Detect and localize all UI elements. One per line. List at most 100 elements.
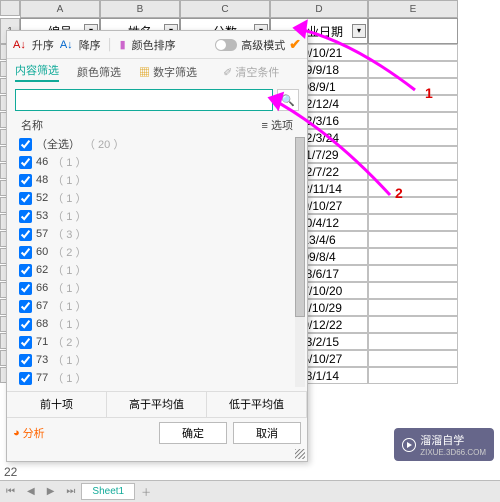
sheet-tab[interactable]: Sheet1	[81, 483, 135, 500]
cell[interactable]	[368, 44, 458, 61]
above-avg-button[interactable]: 高于平均值	[107, 392, 207, 417]
col-header-a[interactable]: A	[20, 0, 100, 18]
color-sort-icon[interactable]: ▮	[120, 38, 126, 51]
filter-option[interactable]: 66 （ 1 ）	[17, 279, 301, 297]
sheet-nav-prev-icon[interactable]: ◀	[21, 486, 41, 497]
option-checkbox[interactable]	[19, 282, 32, 295]
cell[interactable]	[368, 231, 458, 248]
cell[interactable]	[368, 350, 458, 367]
option-checkbox[interactable]	[19, 354, 32, 367]
option-checkbox[interactable]	[19, 156, 32, 169]
cell[interactable]	[368, 61, 458, 78]
filter-option[interactable]: 62 （ 1 ）	[17, 261, 301, 279]
tab-number-filter[interactable]: ▦ 数字筛选	[139, 64, 197, 80]
watermark-main: 溜溜自学	[420, 435, 464, 447]
cell[interactable]	[368, 333, 458, 350]
option-checkbox[interactable]	[19, 318, 32, 331]
annotation-1: 1	[425, 85, 433, 101]
tab-number-filter-label: 数字筛选	[153, 67, 197, 79]
option-count: （ 1 ）	[52, 172, 86, 188]
option-checkbox[interactable]	[19, 372, 32, 385]
col-header-d[interactable]: D	[270, 0, 368, 18]
filter-option[interactable]: 46 （ 1 ）	[17, 153, 301, 171]
option-count: （ 1 ）	[52, 352, 86, 368]
cell[interactable]	[368, 299, 458, 316]
option-value: 53	[36, 210, 48, 222]
cell[interactable]	[368, 316, 458, 333]
cell[interactable]	[368, 95, 458, 112]
filter-dropdown-icon[interactable]: ▾	[352, 24, 366, 38]
cell[interactable]	[368, 197, 458, 214]
scrollbar-thumb[interactable]	[295, 137, 305, 317]
resize-handle[interactable]	[295, 449, 305, 459]
cancel-button[interactable]: 取消	[233, 422, 301, 444]
filter-option[interactable]: 48 （ 1 ）	[17, 171, 301, 189]
search-icon[interactable]: 🔍	[277, 89, 299, 111]
advanced-mode-switch[interactable]	[215, 39, 237, 51]
empty-cell[interactable]	[368, 18, 458, 44]
filter-option[interactable]: 52 （ 1 ）	[17, 189, 301, 207]
option-checkbox[interactable]	[19, 264, 32, 277]
filter-option[interactable]: 73 （ 1 ）	[17, 351, 301, 369]
color-sort-label[interactable]: 颜色排序	[132, 37, 176, 53]
cell[interactable]	[368, 163, 458, 180]
option-checkbox[interactable]	[19, 228, 32, 241]
cell[interactable]	[368, 282, 458, 299]
filter-option[interactable]: 53 （ 1 ）	[17, 207, 301, 225]
select-all-corner[interactable]	[0, 0, 20, 16]
sheet-nav-next-icon[interactable]: ▶	[41, 486, 61, 497]
select-all-option[interactable]: （全选） （ 20 ）	[17, 135, 301, 153]
filter-option[interactable]: 68 （ 1 ）	[17, 315, 301, 333]
analyze-button[interactable]: 分析	[13, 425, 45, 441]
option-checkbox[interactable]	[19, 246, 32, 259]
add-sheet-icon[interactable]: ＋	[135, 484, 157, 499]
filter-option[interactable]: 67 （ 1 ）	[17, 297, 301, 315]
tab-color-filter[interactable]: 颜色筛选	[77, 64, 121, 80]
sort-desc-label[interactable]: 降序	[79, 37, 101, 53]
options-header[interactable]: ≡ 选项	[262, 117, 293, 133]
option-checkbox[interactable]	[19, 192, 32, 205]
filter-option[interactable]: 71 （ 2 ）	[17, 333, 301, 351]
option-checkbox[interactable]	[19, 174, 32, 187]
clear-conditions[interactable]: ✐ 清空条件	[223, 64, 279, 80]
option-checkbox[interactable]	[19, 300, 32, 313]
sheet-nav-last-icon[interactable]: ⏭	[60, 486, 81, 497]
below-avg-button[interactable]: 低于平均值	[207, 392, 307, 417]
option-value: 48	[36, 174, 48, 186]
cell[interactable]	[368, 112, 458, 129]
option-count: （ 1 ）	[52, 190, 86, 206]
select-all-checkbox[interactable]	[19, 138, 32, 151]
col-header-b[interactable]: B	[100, 0, 180, 18]
filter-option[interactable]: 57 （ 3 ）	[17, 225, 301, 243]
option-value: 68	[36, 318, 48, 330]
play-icon	[402, 438, 416, 452]
cell[interactable]	[368, 265, 458, 282]
cell[interactable]	[368, 248, 458, 265]
filter-option[interactable]: 77 （ 1 ）	[17, 369, 301, 387]
top10-button[interactable]: 前十项	[7, 392, 107, 417]
filter-search-input[interactable]	[15, 89, 273, 111]
filter-tabs: 内容筛选 颜色筛选 ▦ 数字筛选 ✐ 清空条件	[7, 59, 307, 85]
option-checkbox[interactable]	[19, 336, 32, 349]
sort-asc-label[interactable]: 升序	[32, 37, 54, 53]
tab-content-filter[interactable]: 内容筛选	[15, 62, 59, 82]
col-header-c[interactable]: C	[180, 0, 270, 18]
cell[interactable]	[368, 214, 458, 231]
col-header-e[interactable]: E	[368, 0, 458, 18]
filter-option[interactable]: 60 （ 2 ）	[17, 243, 301, 261]
cell[interactable]	[368, 180, 458, 197]
sheet-nav-first-icon[interactable]: ⏮	[0, 486, 21, 497]
cell[interactable]	[368, 146, 458, 163]
option-checkbox[interactable]	[19, 210, 32, 223]
select-all-label: （全选）	[36, 136, 80, 152]
watermark: 溜溜自学 ZIXUE.3D66.COM	[394, 428, 494, 461]
option-value: 66	[36, 282, 48, 294]
ok-button[interactable]: 确定	[159, 422, 227, 444]
sort-asc-icon[interactable]: A↓	[13, 39, 26, 51]
option-value: 57	[36, 228, 48, 240]
cell[interactable]	[368, 367, 458, 384]
cell[interactable]	[368, 78, 458, 95]
cell[interactable]	[368, 129, 458, 146]
sort-desc-icon[interactable]: A↓	[60, 39, 73, 51]
select-all-count: （ 20 ）	[84, 136, 124, 152]
